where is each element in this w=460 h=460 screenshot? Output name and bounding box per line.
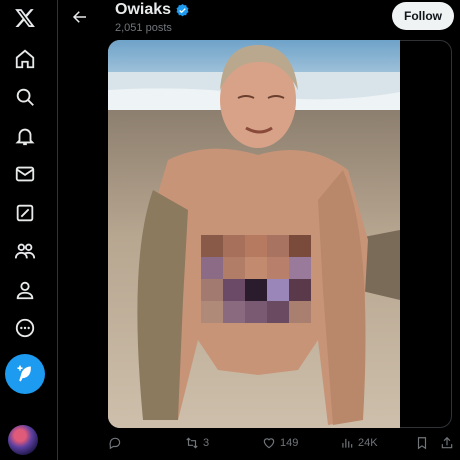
grok-icon[interactable] bbox=[7, 195, 43, 231]
bookmark-icon bbox=[417, 437, 427, 450]
like-count: 149 bbox=[280, 437, 299, 449]
sidebar-nav bbox=[0, 0, 58, 460]
x-logo-icon[interactable] bbox=[7, 0, 43, 36]
home-icon[interactable] bbox=[7, 41, 43, 77]
repost-icon bbox=[186, 437, 198, 449]
search-icon[interactable] bbox=[7, 79, 43, 115]
profile-name: Owiaks bbox=[115, 1, 172, 18]
repost-count: 3 bbox=[203, 437, 210, 449]
back-arrow-icon[interactable] bbox=[68, 5, 92, 29]
profile-icon[interactable] bbox=[7, 272, 43, 308]
compose-button[interactable] bbox=[5, 354, 45, 394]
profile-title-block: Owiaks 2,051 posts bbox=[115, 1, 190, 34]
reply-button[interactable] bbox=[108, 436, 126, 450]
like-button[interactable]: 149 bbox=[262, 436, 298, 450]
follow-button[interactable]: Follow bbox=[392, 2, 454, 30]
feather-plus-icon bbox=[17, 365, 31, 382]
communities-icon[interactable] bbox=[7, 233, 43, 269]
verified-badge-icon bbox=[176, 3, 189, 16]
bell-icon[interactable] bbox=[7, 118, 43, 154]
views-button[interactable]: 24K bbox=[340, 436, 378, 450]
post-count: 2,051 posts bbox=[115, 22, 172, 34]
repost-button[interactable]: 3 bbox=[185, 436, 209, 450]
post-image[interactable] bbox=[108, 40, 400, 428]
page-title: Owiaks bbox=[115, 1, 190, 19]
reply-icon bbox=[109, 437, 121, 450]
avatar[interactable] bbox=[8, 425, 38, 455]
bookmark-button[interactable] bbox=[415, 436, 429, 450]
share-icon bbox=[441, 436, 453, 449]
share-button[interactable] bbox=[440, 436, 454, 450]
analytics-icon bbox=[342, 438, 353, 448]
profile-header: Owiaks 2,051 posts Follow bbox=[58, 0, 460, 38]
heart-icon bbox=[263, 438, 275, 449]
more-icon[interactable] bbox=[7, 310, 43, 346]
views-count: 24K bbox=[358, 437, 378, 449]
mail-icon[interactable] bbox=[7, 156, 43, 192]
media-gallery-edge bbox=[400, 40, 452, 428]
post-actions: 3 149 24K bbox=[58, 436, 460, 456]
